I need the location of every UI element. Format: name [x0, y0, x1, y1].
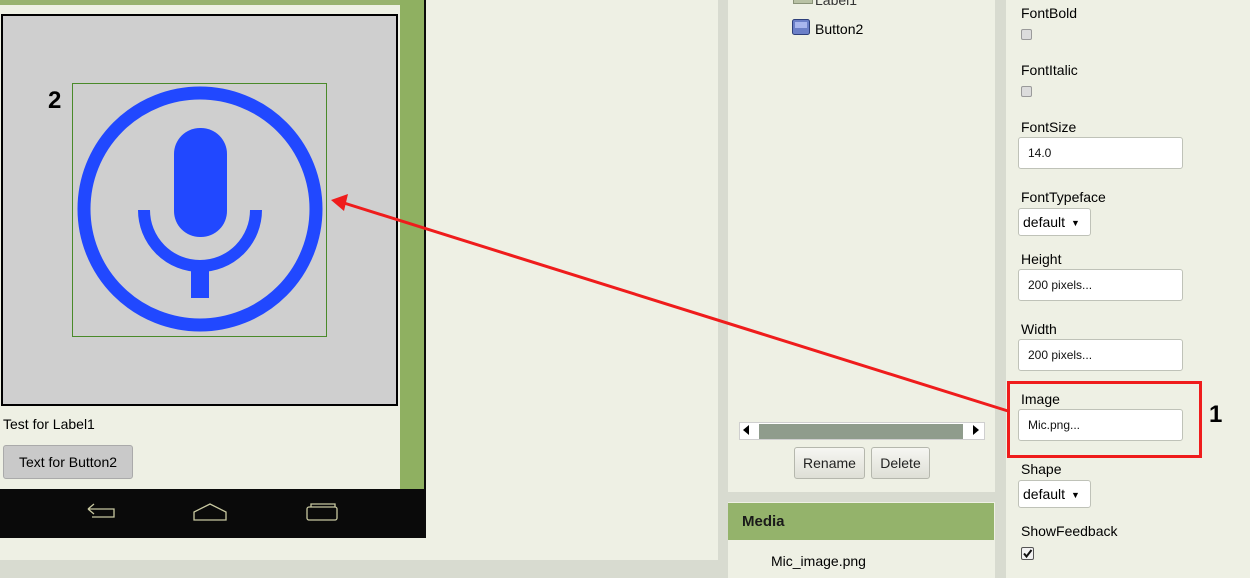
scroll-left-arrow-icon[interactable] — [743, 425, 749, 435]
width-field[interactable]: 200 pixels... — [1018, 339, 1183, 371]
dropdown-caret-icon: ▼ — [1071, 490, 1080, 500]
fonttypeface-select[interactable]: default ▼ — [1018, 208, 1091, 236]
media-file-item[interactable]: Mic_image.png — [771, 553, 866, 569]
showfeedback-checkbox[interactable] — [1021, 547, 1034, 560]
fontsize-label: FontSize — [1021, 119, 1077, 135]
label-icon — [793, 0, 813, 4]
phone-frame-edge — [424, 0, 426, 538]
fontbold-label: FontBold — [1021, 5, 1078, 21]
width-label: Width — [1021, 321, 1057, 337]
image-property-highlight — [1007, 381, 1202, 458]
shape-value: default — [1023, 486, 1066, 502]
height-field[interactable]: 200 pixels... — [1018, 269, 1183, 301]
callout-number-1: 1 — [1209, 401, 1223, 428]
checkmark-icon — [1023, 549, 1033, 559]
home-icon[interactable] — [191, 501, 229, 523]
showfeedback-label: ShowFeedback — [1021, 523, 1118, 539]
label1-text[interactable]: Test for Label1 — [3, 416, 95, 432]
scrollbar-thumb[interactable] — [759, 424, 963, 439]
fontitalic-checkbox[interactable] — [1021, 86, 1032, 97]
recent-apps-icon[interactable] — [304, 501, 340, 523]
fontsize-field[interactable]: 14.0 — [1018, 137, 1183, 169]
back-arrow-icon[interactable] — [84, 501, 118, 521]
rename-button[interactable]: Rename — [794, 447, 865, 479]
fonttypeface-label: FontTypeface — [1021, 189, 1106, 205]
android-nav-bar — [0, 489, 424, 538]
shape-select[interactable]: default ▼ — [1018, 480, 1091, 508]
button-icon — [792, 19, 810, 35]
media-header: Media — [728, 503, 994, 540]
tree-item-label1[interactable]: Label1 — [815, 0, 857, 8]
callout-number-2: 2 — [48, 87, 62, 114]
fontitalic-label: FontItalic — [1021, 62, 1078, 78]
scroll-right-arrow-icon[interactable] — [973, 425, 979, 435]
delete-button[interactable]: Delete — [871, 447, 930, 479]
microphone-icon — [77, 86, 323, 332]
button2[interactable]: Text for Button2 — [3, 445, 133, 479]
components-panel — [728, 0, 995, 492]
tree-item-button2[interactable]: Button2 — [815, 21, 863, 37]
fonttypeface-value: default — [1023, 214, 1066, 230]
fontbold-checkbox[interactable] — [1021, 29, 1032, 40]
height-label: Height — [1021, 251, 1062, 267]
dropdown-caret-icon: ▼ — [1071, 218, 1080, 228]
shape-label: Shape — [1021, 461, 1062, 477]
